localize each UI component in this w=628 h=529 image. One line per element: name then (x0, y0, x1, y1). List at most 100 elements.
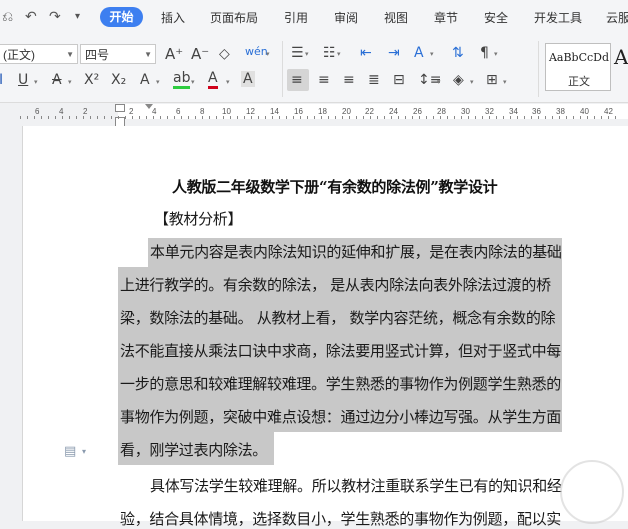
paragraph-handle-icon[interactable]: ▤ (64, 444, 76, 459)
ruler-tick (503, 116, 504, 119)
subscript-icon[interactable]: X₂ (111, 72, 126, 88)
ruler-label: 38 (556, 107, 565, 116)
decrease-font-icon[interactable]: A⁻ (191, 46, 209, 62)
increase-font-icon[interactable]: A⁺ (165, 46, 183, 62)
ruler-label: 28 (437, 107, 446, 116)
ruler-tick (55, 116, 56, 119)
tab-developer[interactable]: 开发工具 (534, 9, 582, 26)
borders-icon[interactable]: ⊞ (486, 72, 498, 88)
chevron-down-icon[interactable]: ▾ (437, 78, 441, 86)
chevron-down-icon[interactable]: ▾ (430, 50, 434, 58)
style-normal[interactable]: AaBbCcDd 正文 (545, 43, 611, 91)
chevron-down-icon[interactable]: ▾ (470, 78, 474, 86)
ruler-tick (300, 116, 301, 119)
undo-icon[interactable]: ↶ (25, 9, 37, 25)
ruler-tick (426, 116, 427, 119)
chevron-down-icon[interactable]: ▾ (337, 50, 341, 58)
chevron-down-icon[interactable]: ▾ (226, 78, 230, 86)
show-marks-icon[interactable]: ¶ (480, 45, 489, 61)
chevron-down-icon[interactable]: ▾ (503, 78, 507, 86)
redo-history-icon[interactable]: ⎌ (2, 9, 13, 25)
highlight-color-icon[interactable]: ab (173, 70, 191, 89)
ruler-label: 18 (318, 107, 327, 116)
tab-chapter[interactable]: 章节 (434, 9, 458, 26)
bullet-list-icon[interactable]: ☰ (291, 45, 304, 61)
font-size-value: 四号 (85, 48, 110, 62)
distributed-align-icon[interactable]: ⊟ (393, 72, 405, 88)
ruler-tick (370, 116, 371, 119)
ruler-label: 4 (59, 107, 64, 116)
quick-access-dropdown-icon[interactable]: ▾ (75, 11, 80, 22)
underline-icon[interactable]: U (18, 72, 28, 88)
align-right-icon[interactable]: ≡ (343, 72, 355, 88)
ruler-tick (552, 116, 553, 119)
ruler-tick (41, 116, 42, 119)
tab-start[interactable]: 开始 (100, 7, 143, 27)
style-next[interactable]: A (614, 45, 628, 69)
ruler-tick (272, 116, 273, 119)
chevron-down-icon[interactable]: ▾ (266, 50, 270, 58)
ruler-tick (356, 116, 357, 119)
ruler-tick (104, 116, 105, 119)
chinese-layout-icon[interactable]: A (414, 45, 424, 61)
ruler-tick (314, 116, 315, 119)
tab-security[interactable]: 安全 (484, 9, 508, 26)
ruler-tick (447, 116, 448, 119)
align-left-icon[interactable]: ≡ (291, 72, 303, 88)
ruler-tick (587, 116, 588, 119)
italic-icon[interactable]: I (0, 72, 3, 88)
paragraph-line: 具体写法学生较难理解。所以教材注重联系学生已有的知识和经 (150, 477, 562, 495)
paragraph-line: 本单元内容是表内除法知识的延伸和扩展，是在表内除法的基础 (150, 243, 562, 261)
ruler-tick (335, 116, 336, 119)
justify-icon[interactable]: ≣ (368, 72, 380, 88)
ruler-tick (202, 116, 203, 119)
tab-review[interactable]: 审阅 (334, 9, 358, 26)
ruler-tick (321, 116, 322, 119)
paragraph-line: 验，结合具体情境，选择数目小，学生熟悉的事物作为例题，配以实 (120, 510, 562, 528)
first-line-indent-marker[interactable] (115, 104, 125, 112)
font-name-select[interactable]: (正文) ▼ (0, 44, 78, 64)
ruler-label: 6 (176, 107, 181, 116)
strikethrough-icon[interactable]: A (52, 72, 62, 88)
ruler-tick (363, 116, 364, 119)
tab-cloud[interactable]: 云服 (606, 9, 628, 26)
chevron-down-icon[interactable]: ▾ (34, 78, 38, 86)
ruler-tick (27, 116, 28, 119)
phonetic-guide-icon[interactable]: wén (245, 44, 268, 60)
chevron-down-icon[interactable]: ▾ (305, 50, 309, 58)
character-shading-icon[interactable]: A (241, 71, 255, 87)
ruler-tick (139, 116, 140, 119)
decrease-indent-icon[interactable]: ⇤ (360, 45, 372, 61)
chevron-down-icon[interactable]: ▾ (156, 78, 160, 86)
sort-icon[interactable]: ⇅ (452, 45, 464, 61)
ruler-label: 34 (509, 107, 518, 116)
paragraph-shading-icon[interactable]: ◈ (453, 72, 464, 88)
ruler-tick (97, 116, 98, 119)
redo-icon[interactable]: ↷ (49, 9, 61, 25)
ruler-tick (90, 116, 91, 119)
tab-view[interactable]: 视图 (384, 9, 408, 26)
ruler-label: 6 (35, 107, 40, 116)
chevron-down-icon[interactable]: ▾ (68, 78, 72, 86)
ruler-tick (328, 116, 329, 119)
clear-format-icon[interactable]: ◇ (219, 46, 230, 62)
ruler-label: 4 (152, 107, 157, 116)
ruler-tick (223, 116, 224, 119)
ruler-tick (608, 116, 609, 119)
tab-insert[interactable]: 插入 (161, 9, 185, 26)
ruler-tick (258, 116, 259, 119)
font-color-icon[interactable]: A (208, 70, 218, 89)
font-size-select[interactable]: 四号 ▼ (80, 44, 156, 64)
align-center-icon[interactable]: ≡ (318, 72, 330, 88)
chevron-down-icon[interactable]: ▾ (82, 447, 86, 456)
increase-indent-icon[interactable]: ⇥ (388, 45, 400, 61)
chevron-down-icon[interactable]: ▾ (191, 78, 195, 86)
ruler-tick (384, 116, 385, 119)
numbered-list-icon[interactable]: ☷ (323, 45, 336, 61)
superscript-icon[interactable]: X² (84, 72, 99, 88)
chevron-down-icon[interactable]: ▾ (494, 50, 498, 58)
ruler-tick (118, 116, 119, 119)
tab-references[interactable]: 引用 (284, 9, 308, 26)
tab-page-layout[interactable]: 页面布局 (210, 9, 258, 26)
text-effect-icon[interactable]: A (140, 72, 150, 88)
